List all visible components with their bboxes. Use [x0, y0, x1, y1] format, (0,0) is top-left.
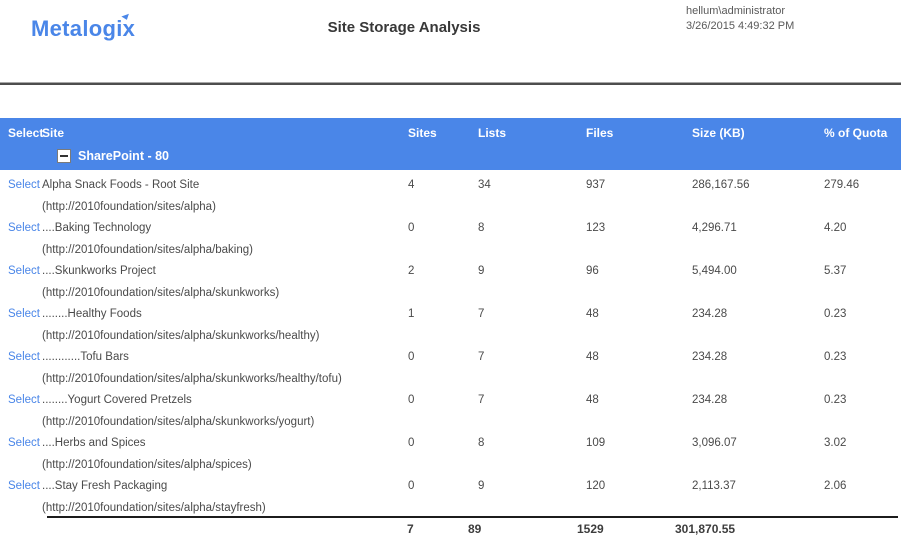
table-row: Select ....Herbs and Spices (http://2010… [0, 428, 901, 471]
sites-count: 0 [408, 393, 478, 429]
lists-count: 34 [478, 178, 586, 214]
quota-percent-value: 279.46 [824, 178, 901, 214]
column-header-row: Select Site Sites Lists Files Size (KB) … [0, 118, 901, 140]
files-count: 937 [586, 178, 692, 214]
files-count: 96 [586, 264, 692, 300]
site-name: ....Herbs and Spices [42, 436, 408, 450]
site-url: (http://2010foundation/sites/alpha/stayf… [42, 501, 408, 515]
sites-count: 4 [408, 178, 478, 214]
lists-count: 9 [478, 479, 586, 515]
size-kb-value: 234.28 [692, 393, 824, 429]
lists-count: 8 [478, 436, 586, 472]
quota-percent-value: 3.02 [824, 436, 901, 472]
table-body: Select Alpha Snack Foods - Root Site (ht… [0, 170, 901, 514]
select-link[interactable]: Select [8, 480, 40, 492]
files-count: 48 [586, 350, 692, 386]
sites-count: 1 [408, 307, 478, 343]
collapse-minus-icon[interactable] [57, 149, 71, 163]
table-row: Select ....Stay Fresh Packaging (http://… [0, 471, 901, 514]
table-header-band: Select Site Sites Lists Files Size (KB) … [0, 118, 901, 170]
report-meta: hellum\administrator 3/26/2015 4:49:32 P… [686, 4, 794, 34]
lists-count: 7 [478, 393, 586, 429]
select-link[interactable]: Select [8, 265, 40, 277]
files-count: 120 [586, 479, 692, 515]
group-row: SharePoint - 80 [0, 149, 901, 163]
site-name: ........Yogurt Covered Pretzels [42, 393, 408, 407]
column-header-select: Select [8, 126, 42, 140]
column-header-site: Site [42, 126, 408, 140]
table-row: Select ........Yogurt Covered Pretzels (… [0, 385, 901, 428]
quota-percent-value: 5.37 [824, 264, 901, 300]
total-size-kb: 301,870.55 [675, 522, 824, 536]
table-row: Select ........Healthy Foods (http://201… [0, 299, 901, 342]
total-quota [824, 522, 901, 536]
site-name: ........Healthy Foods [42, 307, 408, 321]
sites-count: 2 [408, 264, 478, 300]
table-row: Select ....Skunkworks Project (http://20… [0, 256, 901, 299]
size-kb-value: 2,113.37 [692, 479, 824, 515]
quota-percent-value: 4.20 [824, 221, 901, 257]
site-url: (http://2010foundation/sites/alpha/skunk… [42, 415, 408, 429]
quota-percent-value: 0.23 [824, 393, 901, 429]
totals-section: 7 89 1529 301,870.55 [0, 514, 901, 543]
metalogix-logo: Metalogix [31, 16, 135, 46]
size-kb-value: 3,096.07 [692, 436, 824, 472]
select-link[interactable]: Select [8, 222, 40, 234]
logo-text: Metalogix [31, 16, 135, 41]
site-url: (http://2010foundation/sites/alpha) [42, 200, 408, 214]
size-kb-value: 5,494.00 [692, 264, 824, 300]
site-name: ....Stay Fresh Packaging [42, 479, 408, 493]
files-count: 48 [586, 307, 692, 343]
site-name: Alpha Snack Foods - Root Site [42, 178, 408, 192]
select-link[interactable]: Select [8, 179, 40, 191]
lists-count: 9 [478, 264, 586, 300]
report-user: hellum\administrator [686, 4, 794, 19]
table-row: Select ............Tofu Bars (http://201… [0, 342, 901, 385]
column-header-sites: Sites [408, 126, 478, 140]
site-name: ....Skunkworks Project [42, 264, 408, 278]
site-url: (http://2010foundation/sites/alpha/skunk… [42, 372, 408, 386]
page-title: Site Storage Analysis [328, 19, 481, 36]
column-header-files: Files [586, 126, 692, 140]
column-header-quota: % of Quota [824, 126, 901, 140]
table-row: Select Alpha Snack Foods - Root Site (ht… [0, 170, 901, 213]
quota-percent-value: 0.23 [824, 307, 901, 343]
totals-divider [47, 516, 898, 518]
files-count: 48 [586, 393, 692, 429]
report-page: Metalogix Site Storage Analysis hellum\a… [0, 0, 901, 543]
files-count: 109 [586, 436, 692, 472]
lists-count: 7 [478, 350, 586, 386]
header-divider [0, 82, 901, 85]
select-link[interactable]: Select [8, 351, 40, 363]
report-timestamp: 3/26/2015 4:49:32 PM [686, 19, 794, 34]
site-name: ....Baking Technology [42, 221, 408, 235]
sites-count: 0 [408, 350, 478, 386]
quota-percent-value: 0.23 [824, 350, 901, 386]
sites-count: 0 [408, 479, 478, 515]
size-kb-value: 234.28 [692, 307, 824, 343]
size-kb-value: 234.28 [692, 350, 824, 386]
site-url: (http://2010foundation/sites/alpha/spice… [42, 458, 408, 472]
site-name: ............Tofu Bars [42, 350, 408, 364]
site-url: (http://2010foundation/sites/alpha/skunk… [42, 329, 408, 343]
lists-count: 8 [478, 221, 586, 257]
column-header-lists: Lists [478, 126, 586, 140]
sites-count: 0 [408, 221, 478, 257]
quota-percent-value: 2.06 [824, 479, 901, 515]
select-link[interactable]: Select [8, 394, 40, 406]
total-lists: 89 [468, 522, 586, 536]
table-row: Select ....Baking Technology (http://201… [0, 213, 901, 256]
lists-count: 7 [478, 307, 586, 343]
size-kb-value: 4,296.71 [692, 221, 824, 257]
column-header-size-kb: Size (KB) [692, 126, 824, 140]
size-kb-value: 286,167.56 [692, 178, 824, 214]
site-url: (http://2010foundation/sites/alpha/bakin… [42, 243, 408, 257]
site-url: (http://2010foundation/sites/alpha/skunk… [42, 286, 408, 300]
group-label: SharePoint - 80 [78, 149, 169, 163]
select-link[interactable]: Select [8, 437, 40, 449]
files-count: 123 [586, 221, 692, 257]
select-link[interactable]: Select [8, 308, 40, 320]
sites-count: 0 [408, 436, 478, 472]
